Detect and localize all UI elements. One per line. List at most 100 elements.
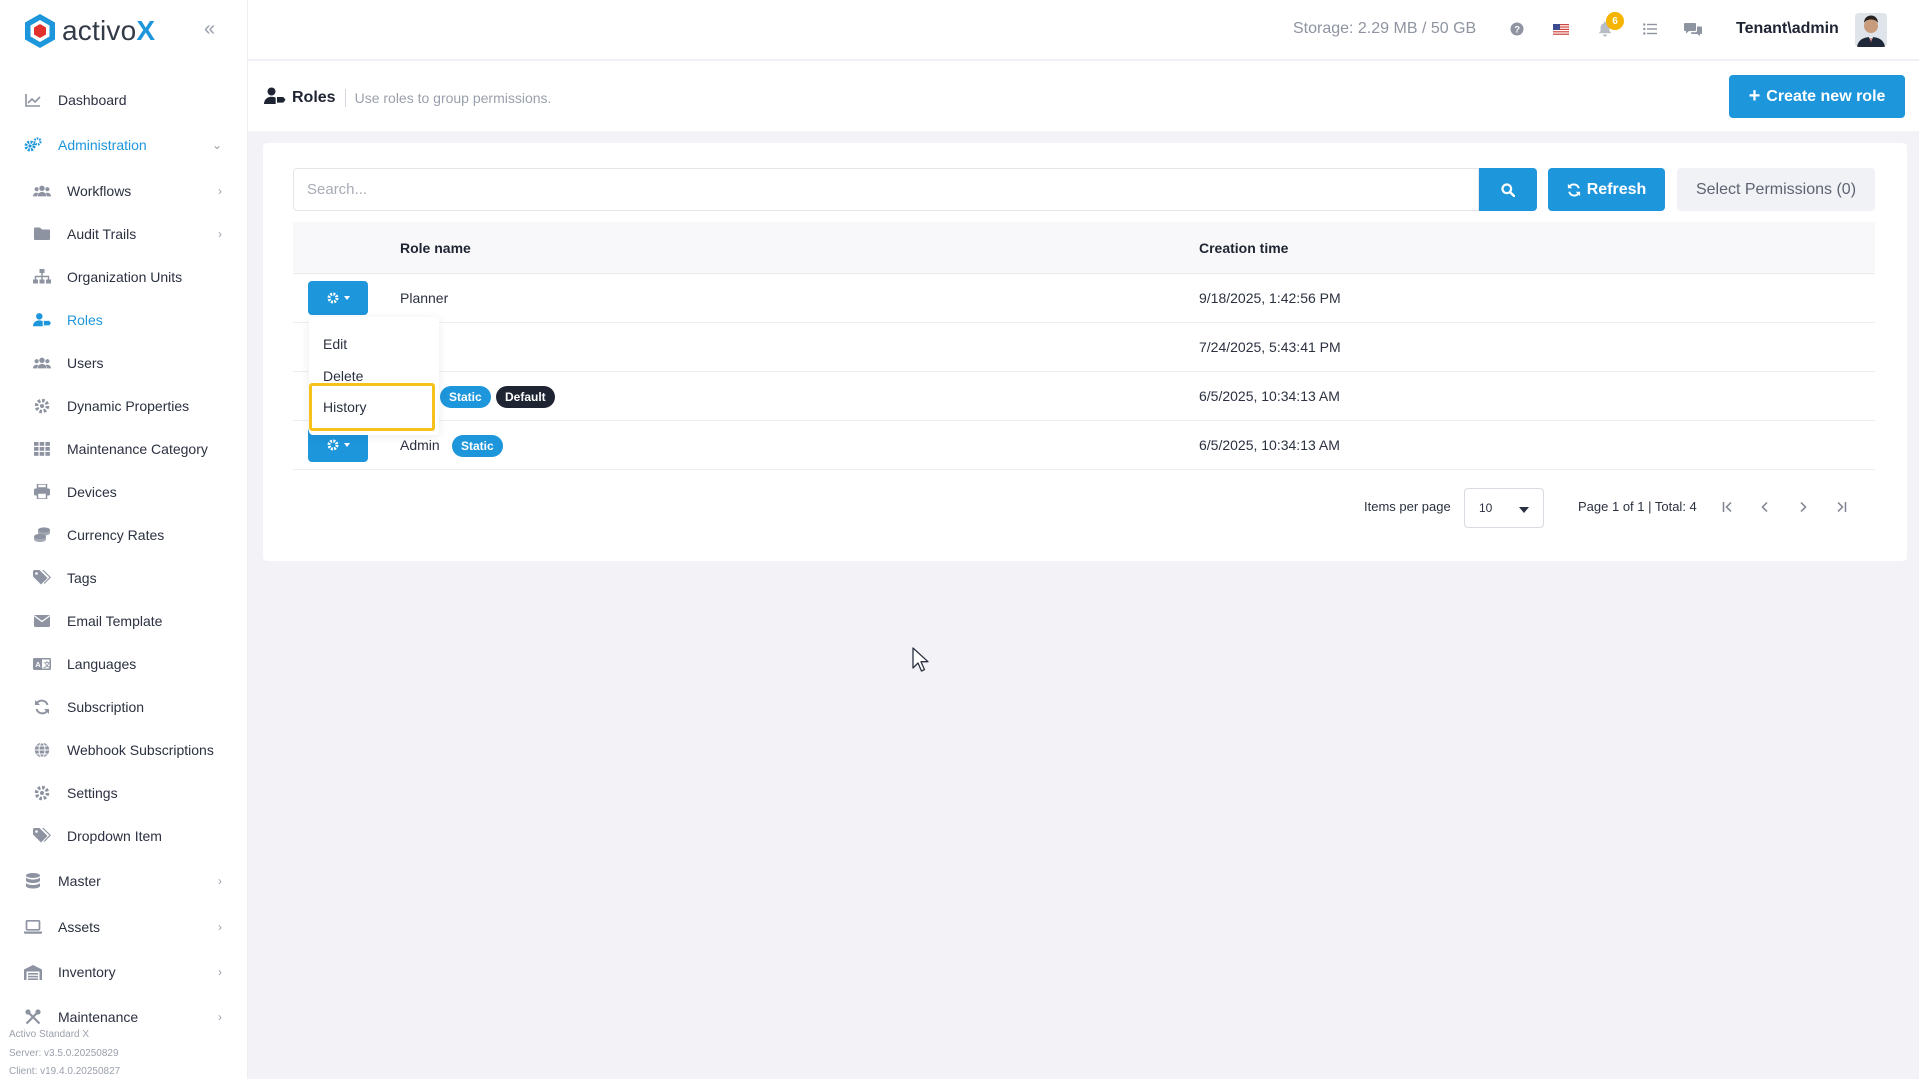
row-actions-menu: Edit Delete History xyxy=(309,317,439,435)
pagination: Items per page 10 Page 1 of 1 | Total: 4 xyxy=(263,487,1907,528)
svg-text:?: ? xyxy=(1514,25,1520,36)
chat-icon[interactable] xyxy=(1682,18,1704,40)
notifications-bell-icon[interactable]: 6 xyxy=(1594,12,1624,40)
sidebar-item-languages[interactable]: A文 Languages xyxy=(0,642,248,685)
notification-count-badge: 6 xyxy=(1606,12,1624,30)
role-name: Planner xyxy=(400,290,449,306)
language-flag-icon[interactable] xyxy=(1550,18,1572,40)
sidebar-item-tags[interactable]: Tags xyxy=(0,556,248,599)
user-tag-icon xyxy=(33,311,51,329)
page-title-group: Roles Use roles to group permissions. xyxy=(264,87,551,109)
top-bar: Storage: 2.29 MB / 50 GB ? 6 Tenant\admi… xyxy=(248,0,1919,60)
sidebar-item-label: Settings xyxy=(67,784,118,801)
sidebar-item-currency-rates[interactable]: Currency Rates xyxy=(0,513,248,556)
sidebar-item-roles[interactable]: Roles xyxy=(0,298,248,341)
creation-time: 6/5/2025, 10:34:13 AM xyxy=(1199,388,1340,404)
search-button[interactable] xyxy=(1479,168,1537,211)
chevron-right-icon: › xyxy=(218,919,222,934)
sidebar-item-email-template[interactable]: Email Template xyxy=(0,599,248,642)
sidebar-item-label: Workflows xyxy=(67,182,132,199)
sidebar-item-label: Inventory xyxy=(58,964,116,980)
help-icon[interactable]: ? xyxy=(1506,18,1528,40)
sidebar-item-devices[interactable]: Devices xyxy=(0,470,248,513)
sidebar-item-dashboard[interactable]: Dashboard xyxy=(0,78,248,121)
sidebar-item-workflows[interactable]: Workflows › xyxy=(0,169,248,212)
sidebar-item-maintenance-category[interactable]: Maintenance Category xyxy=(0,427,248,470)
caret-down-icon xyxy=(1519,507,1529,513)
creation-time: 6/5/2025, 10:34:13 AM xyxy=(1199,437,1340,453)
user-tag-icon xyxy=(264,87,286,109)
logo-text: activoX xyxy=(62,15,156,46)
user-menu[interactable]: Tenant\admin xyxy=(1736,20,1839,38)
sidebar-item-label: Maintenance Category xyxy=(67,440,208,457)
storage-indicator: Storage: 2.29 MB / 50 GB xyxy=(1293,20,1477,37)
logo-hex-icon xyxy=(25,14,55,48)
sidebar-item-administration[interactable]: Administration ⌄ xyxy=(0,121,248,169)
items-per-page-label: Items per page xyxy=(1364,499,1451,514)
envelope-icon xyxy=(33,612,51,630)
table-row: Admin Static 6/5/2025, 10:34:13 AM xyxy=(293,421,1875,470)
tools-icon xyxy=(24,1008,42,1026)
app-logo[interactable]: activoX xyxy=(22,11,155,51)
first-page-icon[interactable] xyxy=(1718,497,1738,517)
row-actions-button[interactable] xyxy=(308,281,368,315)
sidebar-item-label: Currency Rates xyxy=(67,526,165,543)
table-row: Static Default 6/5/2025, 10:34:13 AM xyxy=(293,372,1875,421)
title-separator xyxy=(344,89,346,107)
menu-item-delete[interactable]: Delete xyxy=(323,368,363,384)
chevron-right-icon: › xyxy=(218,965,222,979)
sidebar-item-inventory[interactable]: Inventory › xyxy=(0,949,248,995)
create-new-role-label: Create new role xyxy=(1766,87,1886,105)
creation-time: 7/24/2025, 5:43:41 PM xyxy=(1199,339,1341,355)
sidebar-item-organization-units[interactable]: Organization Units xyxy=(0,255,248,298)
search-input[interactable] xyxy=(293,168,1479,211)
sidebar-item-master[interactable]: Master › xyxy=(0,857,248,904)
chevron-right-icon: › xyxy=(218,873,222,888)
next-page-icon[interactable] xyxy=(1793,497,1813,517)
sidebar-item-label: Audit Trails xyxy=(67,225,137,242)
chevron-right-icon: › xyxy=(218,1010,222,1024)
sidebar-item-dynamic-properties[interactable]: Dynamic Properties xyxy=(0,384,248,427)
globe-icon xyxy=(33,741,51,759)
folder-icon xyxy=(33,225,51,243)
chevron-right-icon: › xyxy=(218,226,222,241)
select-permissions-button[interactable]: Select Permissions (0) xyxy=(1677,168,1875,211)
previous-page-icon[interactable] xyxy=(1755,497,1775,517)
menu-item-edit[interactable]: Edit xyxy=(323,336,347,352)
create-new-role-button[interactable]: + Create new role xyxy=(1729,75,1905,118)
avatar[interactable] xyxy=(1855,13,1887,47)
refresh-icon xyxy=(1567,182,1580,197)
role-name: Admin xyxy=(400,437,440,453)
tags-icon xyxy=(33,827,51,845)
sidebar-item-dropdown-item[interactable]: Dropdown Item xyxy=(0,814,248,857)
sidebar-item-audit-trails[interactable]: Audit Trails › xyxy=(0,212,248,255)
sidebar-item-label: Subscription xyxy=(67,698,145,715)
sidebar-item-settings[interactable]: Settings xyxy=(0,771,248,814)
sidebar-item-assets[interactable]: Assets › xyxy=(0,904,248,949)
product-name: Activo Standard X xyxy=(9,1029,90,1040)
printer-icon xyxy=(33,483,51,501)
sidebar-item-users[interactable]: Users xyxy=(0,341,248,384)
plus-icon: + xyxy=(1748,85,1761,107)
gear-icon xyxy=(33,784,51,802)
sidebar-item-label: Dashboard xyxy=(58,91,127,108)
gear-icon xyxy=(327,439,338,451)
items-per-page-select[interactable]: 10 xyxy=(1464,488,1544,528)
collapse-sidebar-icon[interactable]: « xyxy=(204,18,215,41)
tags-icon xyxy=(33,569,51,587)
last-page-icon[interactable] xyxy=(1831,497,1851,517)
sidebar-item-webhook-subscriptions[interactable]: Webhook Subscriptions xyxy=(0,728,248,771)
sidebar-item-subscription[interactable]: Subscription xyxy=(0,685,248,728)
menu-item-history[interactable]: History xyxy=(323,399,367,415)
task-list-icon[interactable] xyxy=(1639,18,1661,40)
sidebar-nav: Dashboard Administration ⌄ Workflows › A… xyxy=(0,78,248,1039)
laptop-icon xyxy=(24,918,42,936)
page-title: Roles xyxy=(292,89,336,106)
gear-icon xyxy=(33,397,51,415)
refresh-button[interactable]: Refresh xyxy=(1548,168,1665,211)
users-icon xyxy=(33,354,51,372)
column-header-creation-time[interactable]: Creation time xyxy=(1199,240,1288,256)
version-info: Activo Standard X Server: v3.5.0.2025082… xyxy=(9,1026,120,1079)
table-header: Role name Creation time xyxy=(293,222,1875,274)
column-header-role-name[interactable]: Role name xyxy=(400,240,471,256)
